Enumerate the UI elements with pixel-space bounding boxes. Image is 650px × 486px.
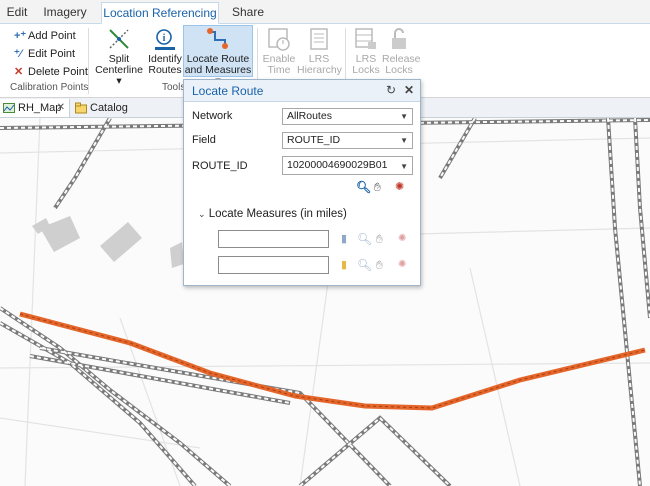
delete-point-label: Delete Point [28, 66, 88, 78]
add-point-button[interactable]: +⁺ Add Point [14, 27, 76, 45]
locate-route-and-measures-button[interactable]: Locate Route and Measures ▾ [183, 25, 253, 87]
chevron-down-icon: ▼ [400, 136, 408, 145]
locate-measures-section-header[interactable]: ⌄ Locate Measures (in miles) [198, 208, 347, 220]
close-icon[interactable]: ✕ [404, 83, 414, 97]
field-dropdown[interactable]: ROUTE_ID ▼ [282, 132, 413, 149]
edit-point-label: Edit Point [28, 48, 76, 60]
identify-routes-icon: i [155, 29, 175, 50]
ribbon-tab-bar: Edit Imagery Location Referencing Share [0, 0, 650, 24]
field-value: ROUTE_ID [287, 134, 341, 146]
pick-measure-icon[interactable]: ▮ [341, 258, 347, 271]
lrs-locks-icon [355, 28, 376, 49]
building-footprint [32, 216, 184, 268]
unlock-icon [392, 28, 406, 49]
zoom-to-icon[interactable]: 🔍︎ [357, 258, 372, 272]
network-value: AllRoutes [287, 110, 332, 122]
tab-catalog-label: Catalog [90, 102, 128, 114]
tab-share[interactable]: Share [226, 2, 270, 24]
delete-point-icon: ✕ [14, 66, 24, 78]
lrs-hierarchy-label-2: Hierarchy [297, 64, 342, 76]
chevron-down-icon: ▼ [400, 162, 408, 171]
zoom-to-icon[interactable]: 🔍︎ [357, 232, 372, 246]
flash-icon[interactable]: ✺ [395, 180, 404, 193]
pan-to-icon[interactable]: ✋︎ [376, 232, 383, 247]
tab-rh-map-label: RH_Map [18, 102, 62, 114]
from-measure-input[interactable] [218, 230, 329, 248]
enable-time-icon [268, 28, 290, 51]
network-label: Network [192, 110, 233, 122]
chevron-down-icon: ⌄ [198, 209, 206, 219]
split-centerline-label-2: Centerline [95, 64, 143, 76]
identify-routes-label-2: Routes [148, 64, 182, 76]
flash-icon[interactable]: ✺ [398, 259, 406, 270]
enable-time-button[interactable]: Enable Time [262, 26, 296, 78]
zoom-to-icon[interactable]: 🔍︎ [356, 180, 371, 194]
field-label: Field [192, 134, 216, 146]
identify-routes-button[interactable]: i Identify Routes [146, 26, 184, 78]
pick-measure-icon[interactable]: ▮ [341, 232, 347, 245]
ribbon-divider [88, 28, 89, 94]
locate-route-icon [207, 28, 228, 49]
delete-point-button[interactable]: ✕ Delete Point [14, 63, 88, 81]
lrs-hierarchy-button[interactable]: LRS Hierarchy [297, 26, 342, 78]
split-centerline-icon [109, 29, 129, 49]
route-id-combobox[interactable]: 10200004690029B01 ▼ [282, 156, 413, 175]
refresh-icon[interactable]: ↻ [386, 83, 396, 97]
release-locks-label-2: Locks [385, 64, 413, 76]
locate-route-pane: Locate Route ↻ ✕ Network AllRoutes ▼ Fie… [183, 79, 421, 286]
tab-location-referencing[interactable]: Location Referencing [101, 2, 219, 24]
lrs-hierarchy-icon [310, 28, 328, 50]
route-id-value: 10200004690029B01 [287, 159, 388, 171]
close-icon[interactable]: ✕ [57, 99, 65, 117]
pan-to-icon[interactable]: ✋︎ [376, 258, 383, 273]
locate-route-label-2: and Measures [184, 64, 252, 76]
lrs-locks-label-2: Locks [352, 64, 380, 76]
release-locks-button[interactable]: Release Locks [382, 26, 421, 78]
svg-text:i: i [163, 33, 166, 44]
add-point-label: Add Point [28, 30, 76, 42]
route-id-label: ROUTE_ID [192, 160, 248, 172]
lrs-locks-button[interactable]: LRS Locks [350, 26, 382, 78]
split-centerline-button[interactable]: Split Centerline ▾ [92, 26, 146, 87]
tab-rh-map[interactable]: RH_Map ✕ [0, 99, 70, 117]
locate-measures-label: Locate Measures (in miles) [208, 208, 347, 220]
catalog-icon [75, 102, 87, 114]
calibration-points-group-label: Calibration Points [10, 82, 89, 93]
edit-point-icon: ⁺⁄ [14, 48, 22, 60]
flash-icon[interactable]: ✺ [398, 233, 406, 244]
enable-time-label-2: Time [267, 64, 291, 76]
tab-catalog[interactable]: Catalog [72, 99, 132, 117]
pan-to-icon[interactable]: ✋︎ [374, 180, 381, 195]
pane-title: Locate Route [192, 84, 264, 98]
network-dropdown[interactable]: AllRoutes ▼ [282, 108, 413, 125]
tab-edit[interactable]: Edit [0, 2, 34, 24]
tools-group-label: Tools [162, 82, 186, 93]
edit-point-button[interactable]: ⁺⁄ Edit Point [14, 45, 75, 63]
pane-title-bar: Locate Route ↻ ✕ [184, 80, 420, 102]
map-icon [3, 103, 15, 113]
add-point-icon: +⁺ [14, 30, 27, 42]
to-measure-input[interactable] [218, 256, 329, 274]
tab-imagery[interactable]: Imagery [38, 2, 92, 24]
chevron-down-icon: ▼ [400, 112, 408, 121]
